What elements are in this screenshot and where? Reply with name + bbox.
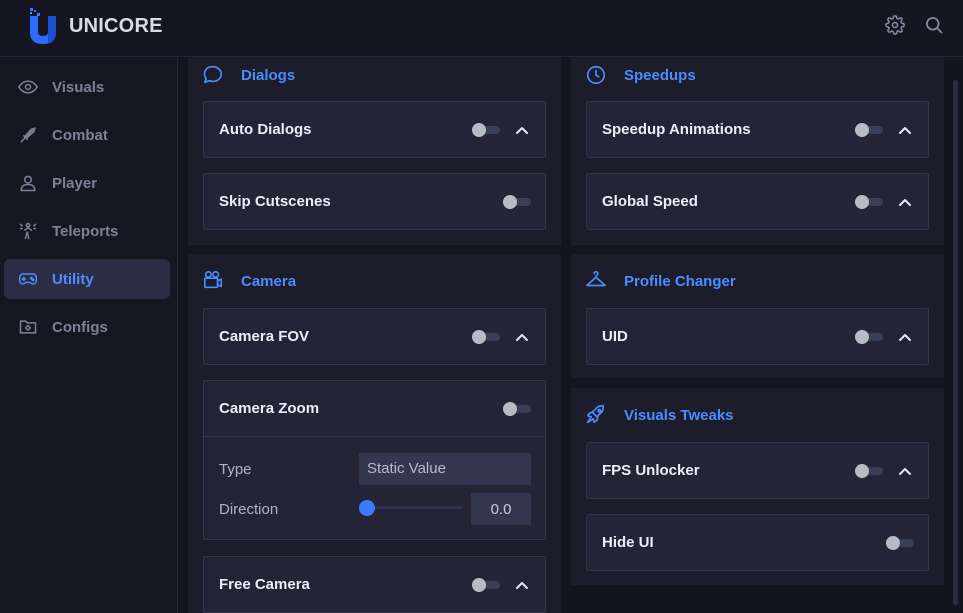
direction-slider[interactable] [359, 500, 463, 516]
camera-fov-row: Camera FOV [203, 308, 546, 365]
uid-row: UID [586, 308, 929, 365]
sidebar-item-label: Teleports [52, 223, 119, 240]
speedup-animations-toggle[interactable] [855, 123, 883, 137]
panel-title: Profile Changer [624, 273, 736, 290]
direction-value-input[interactable]: 0.0 [471, 493, 531, 525]
sidebar-item-label: Visuals [52, 79, 105, 96]
uid-toggle[interactable] [855, 330, 883, 344]
sidebar-item-label: Combat [52, 127, 108, 144]
dialogs-panel: Dialogs Auto Dialogs Skip Cutscenes [188, 57, 561, 245]
sidebar-item-player[interactable]: Player [4, 163, 170, 203]
panel-title: Dialogs [241, 67, 296, 84]
global-speed-toggle[interactable] [855, 195, 883, 209]
option-label: Camera Zoom [219, 400, 320, 417]
sidebar-item-label: Utility [52, 271, 94, 288]
global-speed-row: Global Speed [586, 173, 929, 230]
divider [204, 436, 545, 437]
hanger-icon [586, 270, 606, 287]
sidebar-item-utility[interactable]: Utility [4, 259, 170, 299]
visuals-tweaks-panel: Visuals Tweaks FPS Unlocker Hide UI [571, 388, 944, 585]
camera-fov-toggle[interactable] [472, 330, 500, 344]
free-camera-toggle[interactable] [472, 578, 500, 592]
slider-thumb[interactable] [359, 500, 375, 516]
speedup-animations-row: Speedup Animations [586, 101, 929, 158]
skip-cutscenes-toggle[interactable] [503, 195, 531, 209]
sword-icon [20, 127, 36, 143]
sidebar-item-combat[interactable]: Combat [4, 115, 170, 155]
clock-icon [586, 65, 606, 85]
free-camera-row: Free Camera [203, 556, 546, 613]
option-label: Global Speed [602, 193, 698, 210]
scrollbar[interactable] [953, 80, 958, 605]
chevron-up-icon[interactable] [897, 329, 913, 345]
eye-icon [18, 80, 38, 94]
option-label: Auto Dialogs [219, 121, 312, 138]
type-select[interactable]: Static Value [359, 453, 531, 485]
chevron-up-icon[interactable] [897, 194, 913, 210]
option-label: Speedup Animations [602, 121, 751, 138]
top-bar: UNICORE [0, 0, 963, 57]
folder-gear-icon [19, 320, 37, 334]
chevron-up-icon[interactable] [514, 577, 530, 593]
sidebar-item-label: Player [52, 175, 98, 192]
chat-bubble-icon [203, 65, 222, 84]
skip-cutscenes-row: Skip Cutscenes [203, 173, 546, 230]
option-label: Camera FOV [219, 328, 310, 345]
camera-zoom-toggle[interactable] [503, 402, 531, 416]
gear-icon[interactable] [885, 15, 905, 35]
sidebar-item-configs[interactable]: Configs [4, 307, 170, 347]
direction-label: Direction [219, 501, 279, 518]
hide-ui-toggle[interactable] [886, 536, 914, 550]
option-label: Hide UI [602, 534, 654, 551]
camera-icon [203, 270, 223, 289]
panel-title: Visuals Tweaks [624, 407, 734, 424]
app-name: UNICORE [69, 15, 163, 37]
auto-dialogs-toggle[interactable] [472, 123, 500, 137]
search-icon[interactable] [924, 15, 944, 35]
panel-title: Speedups [624, 67, 696, 84]
type-label: Type [219, 461, 252, 478]
camera-panel: Camera Camera FOV Camera Zoom Type Stati… [188, 254, 561, 613]
gamepad-icon [18, 273, 38, 285]
sidebar-item-teleports[interactable]: Teleports [4, 211, 170, 251]
profile-changer-panel: Profile Changer UID [571, 254, 944, 378]
chevron-up-icon[interactable] [897, 122, 913, 138]
chevron-up-icon[interactable] [897, 463, 913, 479]
rocket-icon [586, 404, 605, 424]
option-label: UID [602, 328, 628, 345]
teleport-icon [19, 222, 37, 240]
chevron-up-icon[interactable] [514, 122, 530, 138]
option-label: Skip Cutscenes [219, 193, 331, 210]
speedups-panel: Speedups Speedup Animations Global Speed [571, 57, 944, 245]
sidebar: Visuals Combat Player Teleports Utility … [0, 57, 178, 613]
fps-unlocker-toggle[interactable] [855, 464, 883, 478]
user-icon [20, 175, 36, 192]
chevron-up-icon[interactable] [514, 329, 530, 345]
panel-title: Camera [241, 273, 297, 290]
camera-zoom-card: Camera Zoom Type Static Value Direction … [203, 380, 546, 540]
unicore-logo-icon [30, 8, 56, 44]
option-label: Free Camera [219, 576, 310, 593]
sidebar-item-label: Configs [52, 319, 108, 336]
fps-unlocker-row: FPS Unlocker [586, 442, 929, 499]
hide-ui-row: Hide UI [586, 514, 929, 571]
sidebar-item-visuals[interactable]: Visuals [4, 67, 170, 107]
option-label: FPS Unlocker [602, 462, 700, 479]
auto-dialogs-row: Auto Dialogs [203, 101, 546, 158]
